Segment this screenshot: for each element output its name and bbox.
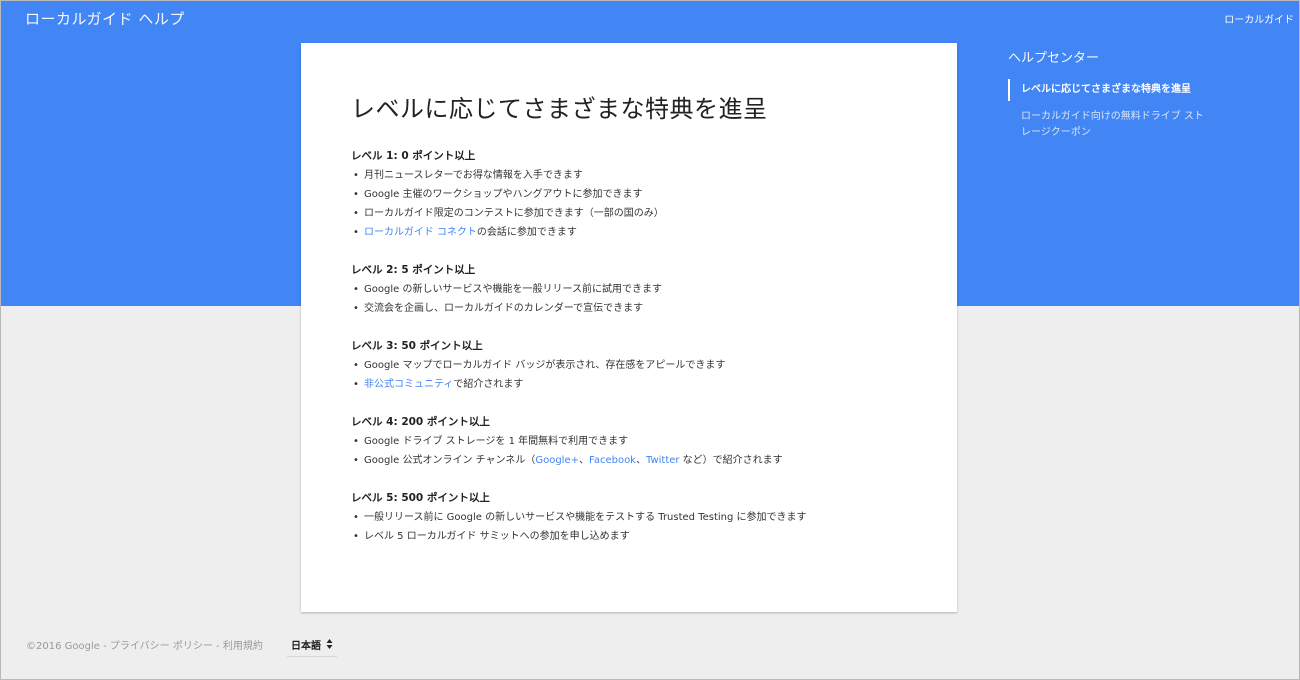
bullet: •	[353, 512, 359, 523]
list-item: • 一般リリース前に Google の新しいサービスや機能をテストする Trust…	[351, 508, 931, 527]
list-item-text: など）で紹介されます	[679, 455, 783, 466]
benefit-list: • 月刊ニュースレターでお得な情報を入手できます • Google 主催のワークショ…	[351, 166, 931, 242]
list-item: • 非公式コミュニティで紹介されます	[351, 375, 931, 394]
list-item-text: で紹介されます	[453, 379, 524, 390]
terms-link[interactable]: 利用規約	[223, 641, 263, 652]
sidebar-nav: レベルに応じてさまざまな特典を進呈 ローカルガイド向けの無料ドライブ ストレージ…	[1008, 79, 1238, 144]
twitter-link[interactable]: Twitter	[646, 455, 680, 466]
privacy-policy-link[interactable]: プライバシー ポリシー	[110, 641, 213, 652]
list-item-text: Google の新しいサービスや機能を一般リリース前に試用できます	[364, 284, 662, 295]
list-item: • Google マップでローカルガイド バッジが表示され、存在感をアピールできま…	[351, 356, 931, 375]
list-item: • ローカルガイド限定のコンテストに参加できます（一部の国のみ）	[351, 204, 931, 223]
footer: ©2016 Google - プライバシー ポリシー - 利用規約	[26, 637, 263, 652]
bullet: •	[353, 170, 359, 181]
bullet: •	[353, 531, 359, 542]
list-item-text: 交流会を企画し、ローカルガイドのカレンダーで宣伝できます	[364, 303, 644, 314]
bullet: •	[353, 284, 359, 295]
separator: 、	[578, 455, 589, 466]
list-item: • 交流会を企画し、ローカルガイドのカレンダーで宣伝できます	[351, 299, 931, 318]
list-item-text: 月刊ニュースレターでお得な情報を入手できます	[364, 170, 583, 181]
bullet: •	[353, 208, 359, 219]
language-selected: 日本語	[291, 641, 321, 652]
list-item: • Google ドライブ ストレージを 1 年間無料で利用できます	[351, 432, 931, 451]
article-title: レベルに応じてさまざまな特典を進呈	[351, 95, 768, 123]
list-item-text: Google ドライブ ストレージを 1 年間無料で利用できます	[364, 436, 629, 447]
article-card: レベルに応じてさまざまな特典を進呈 レベル 1: 0 ポイント以上 • 月刊ニュー…	[301, 43, 957, 612]
app-title[interactable]: ローカルガイド ヘルプ	[25, 8, 185, 29]
footer-separator: -	[212, 641, 223, 652]
benefit-list: • Google マップでローカルガイド バッジが表示され、存在感をアピールできま…	[351, 356, 931, 394]
list-item: • ローカルガイド コネクトの会話に参加できます	[351, 223, 931, 242]
list-item-text: Google 公式オンライン チャンネル（	[364, 455, 536, 466]
local-guides-connect-link[interactable]: ローカルガイド コネクト	[364, 227, 477, 238]
sidebar-item-levels-benefits[interactable]: レベルに応じてさまざまな特典を進呈	[1008, 79, 1238, 101]
level-4-section: レベル 4: 200 ポイント以上 • Google ドライブ ストレージを 1 …	[351, 413, 931, 470]
benefit-list: • 一般リリース前に Google の新しいサービスや機能をテストする Trust…	[351, 508, 931, 546]
list-item-text: ローカルガイド限定のコンテストに参加できます（一部の国のみ）	[364, 208, 664, 219]
bullet: •	[353, 436, 359, 447]
google-plus-link[interactable]: Google+	[535, 455, 579, 466]
bullet: •	[353, 379, 359, 390]
language-select[interactable]: 日本語	[287, 632, 337, 657]
level-heading: レベル 5: 500 ポイント以上	[351, 492, 490, 504]
list-item: • レベル 5 ローカルガイド サミットへの参加を申し込めます	[351, 527, 931, 546]
bullet: •	[353, 455, 359, 466]
sidebar-title[interactable]: ヘルプセンター	[1008, 50, 1238, 67]
level-heading: レベル 1: 0 ポイント以上	[351, 150, 476, 162]
benefit-list: • Google の新しいサービスや機能を一般リリース前に試用できます • 交流会を…	[351, 280, 931, 318]
level-5-section: レベル 5: 500 ポイント以上 • 一般リリース前に Google の新しいサ…	[351, 489, 931, 546]
list-item-text: レベル 5 ローカルガイド サミットへの参加を申し込めます	[364, 531, 630, 542]
unofficial-community-link[interactable]: 非公式コミュニティ	[364, 379, 453, 390]
bullet: •	[353, 189, 359, 200]
separator: 、	[635, 455, 646, 466]
list-item-text: Google マップでローカルガイド バッジが表示され、存在感をアピールできます	[364, 360, 726, 371]
level-heading: レベル 3: 50 ポイント以上	[351, 340, 483, 352]
level-1-section: レベル 1: 0 ポイント以上 • 月刊ニュースレターでお得な情報を入手できます …	[351, 147, 931, 242]
facebook-link[interactable]: Facebook	[589, 455, 636, 466]
level-heading: レベル 4: 200 ポイント以上	[351, 416, 490, 428]
select-arrows-icon	[326, 639, 333, 649]
list-item: • Google 主催のワークショップやハングアウトに参加できます	[351, 185, 931, 204]
benefit-list: • Google ドライブ ストレージを 1 年間無料で利用できます • Googl…	[351, 432, 931, 470]
copyright: ©2016 Google	[26, 641, 100, 652]
level-heading: レベル 2: 5 ポイント以上	[351, 264, 476, 276]
list-item: • Google の新しいサービスや機能を一般リリース前に試用できます	[351, 280, 931, 299]
footer-separator: -	[99, 641, 110, 652]
article-body: レベルに応じてさまざまな特典を進呈 レベル 1: 0 ポイント以上 • 月刊ニュー…	[351, 91, 931, 565]
list-item: • Google 公式オンライン チャンネル（Google+、Facebook、T…	[351, 451, 931, 470]
help-page: ローカルガイド ヘルプ ローカルガイド レベルに応じてさまざまな特典を進呈 レベ…	[0, 0, 1300, 680]
list-item-text: Google 主催のワークショップやハングアウトに参加できます	[364, 189, 643, 200]
level-3-section: レベル 3: 50 ポイント以上 • Google マップでローカルガイド バッジ…	[351, 337, 931, 394]
local-guides-link[interactable]: ローカルガイド	[1224, 11, 1294, 26]
list-item-text: の会話に参加できます	[476, 227, 577, 238]
level-2-section: レベル 2: 5 ポイント以上 • Google の新しいサービスや機能を一般リリ…	[351, 261, 931, 318]
list-item: • 月刊ニュースレターでお得な情報を入手できます	[351, 166, 931, 185]
bullet: •	[353, 303, 359, 314]
sidebar-item-drive-storage-coupon[interactable]: ローカルガイド向けの無料ドライブ ストレージクーポン	[1008, 106, 1211, 144]
sidebar: ヘルプセンター レベルに応じてさまざまな特典を進呈 ローカルガイド向けの無料ドラ…	[1008, 50, 1238, 144]
list-item-text: 一般リリース前に Google の新しいサービスや機能をテストする Truste…	[364, 512, 807, 523]
bullet: •	[353, 227, 359, 238]
bullet: •	[353, 360, 359, 371]
